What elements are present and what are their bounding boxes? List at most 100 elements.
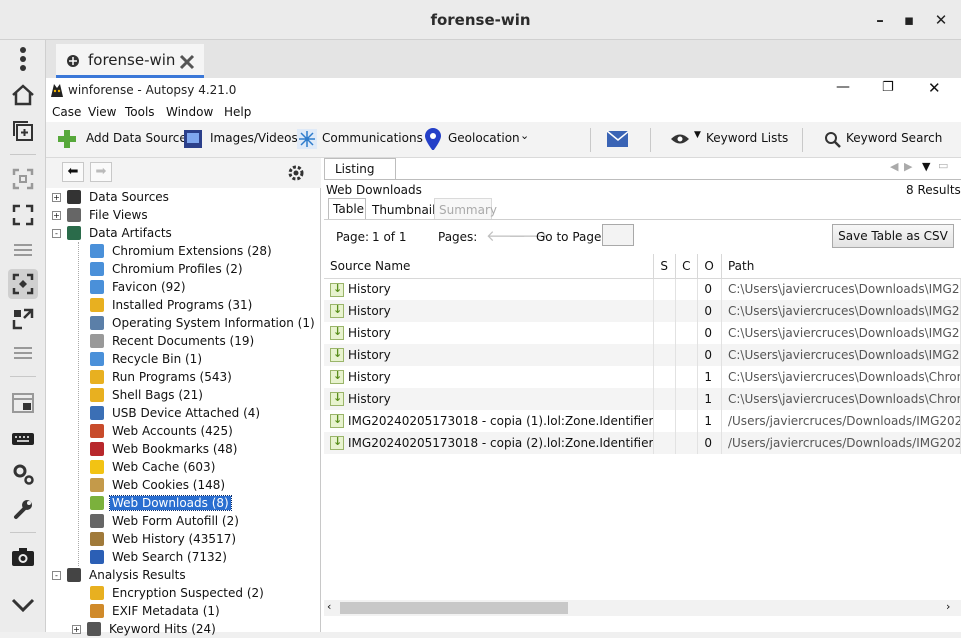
app-minimize-button[interactable]: — xyxy=(836,79,850,95)
table-row[interactable]: History 1C:\Users\javiercruces\Downloads\… xyxy=(324,388,961,410)
goto-page-input[interactable] xyxy=(602,224,634,246)
table-row[interactable]: History 0C:\Users\javiercruces\Downloads\… xyxy=(324,278,961,300)
table-row[interactable]: History 0C:\Users\javiercruces\Downloads\… xyxy=(324,322,961,344)
tree-expander-icon[interactable]: - xyxy=(52,228,61,238)
forward-arrow-icon[interactable]: ➡ xyxy=(90,162,112,182)
table-row[interactable]: History 0C:\Users\javiercruces\Downloads\… xyxy=(324,300,961,322)
scroll-left-icon[interactable]: ‹ xyxy=(327,600,331,613)
close-button[interactable]: ✕ xyxy=(931,10,951,30)
menu-lines-icon[interactable] xyxy=(8,235,38,265)
tree-item-artifact[interactable]: Recycle Bin (1) xyxy=(90,350,204,368)
minimize-button[interactable]: – xyxy=(870,10,890,30)
tree-expander-icon[interactable]: + xyxy=(72,624,81,634)
tree-item-artifact[interactable]: Web Downloads (8) xyxy=(90,494,232,512)
tree-item-artifact[interactable]: Shell Bags (21) xyxy=(90,386,205,404)
tree-item-analysis[interactable]: - Analysis Results xyxy=(52,566,188,584)
back-arrow-icon[interactable]: ⬅ xyxy=(62,162,84,182)
subtab-table[interactable]: Table xyxy=(328,198,366,220)
tree-item-analysis-result[interactable]: + Keyword Hits (24) xyxy=(72,620,218,638)
save-csv-button[interactable]: Save Table as CSV xyxy=(832,224,954,248)
table-row[interactable]: IMG20240205173018 - copia (1).lol:Zone.I… xyxy=(324,410,961,432)
tab-forense-win[interactable]: forense-win xyxy=(56,44,204,78)
col-c[interactable]: C xyxy=(675,254,699,279)
tree-item-artifact[interactable]: Web Form Autofill (2) xyxy=(90,512,241,530)
maximize-button[interactable]: ▪ xyxy=(899,10,919,30)
tree-item-artifact[interactable]: Recent Documents (19) xyxy=(90,332,256,350)
maximize-pane-icon[interactable]: ▭ xyxy=(938,159,948,172)
table-row[interactable]: History 0C:\Users\javiercruces\Downloads\… xyxy=(324,344,961,366)
tree-item-label: Encryption Suspected (2) xyxy=(112,586,264,600)
col-s[interactable]: S xyxy=(653,254,677,279)
fullscreen-icon[interactable] xyxy=(8,200,38,230)
menu-tools[interactable]: Tools xyxy=(125,105,155,119)
app-restore-button[interactable]: ❐ xyxy=(882,80,894,95)
tree-item-artifact[interactable]: Installed Programs (31) xyxy=(90,296,254,314)
tree-item-top[interactable]: - Data Artifacts xyxy=(52,224,174,242)
col-o[interactable]: O xyxy=(697,254,722,279)
menu-help[interactable]: Help xyxy=(224,105,251,119)
camera-icon[interactable] xyxy=(8,542,38,572)
tab-close-icon[interactable] xyxy=(179,54,195,70)
tree-item-artifact[interactable]: Web Cookies (148) xyxy=(90,476,227,494)
col-path[interactable]: Path xyxy=(721,254,961,279)
tree-item-artifact[interactable]: Web Cache (603) xyxy=(90,458,217,476)
tree-expander-icon[interactable]: - xyxy=(52,570,61,580)
tree-item-artifact[interactable]: Web Accounts (425) xyxy=(90,422,235,440)
list-icon[interactable] xyxy=(8,338,38,368)
col-source-name[interactable]: Source Name xyxy=(324,254,655,279)
menu-view[interactable]: View xyxy=(88,105,116,119)
tree-item-artifact[interactable]: Run Programs (543) xyxy=(90,368,234,386)
menu-window[interactable]: Window xyxy=(166,105,213,119)
tree-item-artifact[interactable]: Operating System Information (1) xyxy=(90,314,317,332)
settings-icon[interactable] xyxy=(8,459,38,489)
dropdown-icon[interactable]: ▼ xyxy=(922,160,930,173)
tree-item-top[interactable]: + File Views xyxy=(52,206,150,224)
nav-left-icon[interactable]: ◀ xyxy=(890,160,898,173)
window-icon[interactable] xyxy=(8,388,38,418)
tree-item-artifact[interactable]: Web Bookmarks (48) xyxy=(90,440,239,458)
tree-item-analysis-result[interactable]: Encryption Suspected (2) xyxy=(90,584,266,602)
tree-item-top[interactable]: + Data Sources xyxy=(52,188,171,206)
tree-item-analysis-result[interactable]: EXIF Metadata (1) xyxy=(90,602,222,620)
gear-icon[interactable] xyxy=(286,163,306,183)
tree-item-artifact[interactable]: USB Device Attached (4) xyxy=(90,404,262,422)
source-name-text: IMG20240205173018 - copia (1).lol:Zone.I… xyxy=(348,413,654,428)
table-row[interactable]: History 1C:\Users\javiercruces\Downloads\… xyxy=(324,366,961,388)
communications-button[interactable]: Communications xyxy=(322,131,423,145)
table-row[interactable]: IMG20240205173018 - copia (2).lol:Zone.I… xyxy=(324,432,961,454)
tree-item-label: Analysis Results xyxy=(89,568,186,582)
more-menu-icon[interactable] xyxy=(8,44,38,74)
tree-item-artifact[interactable]: Web Search (7132) xyxy=(90,548,229,566)
tab-listing[interactable]: Listing xyxy=(324,158,396,180)
app-close-button[interactable]: ✕ xyxy=(928,79,941,97)
subtab-summary[interactable]: Summary xyxy=(434,198,497,220)
resize-icon[interactable] xyxy=(8,304,38,334)
images-videos-button[interactable]: Images/Videos xyxy=(210,131,298,145)
horizontal-scrollbar[interactable]: ‹ › xyxy=(324,600,961,616)
new-window-icon[interactable] xyxy=(8,116,38,146)
keyboard-icon[interactable] xyxy=(8,424,38,454)
geolocation-button[interactable]: Geolocation xyxy=(448,131,520,145)
mail-icon[interactable] xyxy=(606,130,628,152)
tree-expander-icon[interactable]: + xyxy=(52,210,61,220)
scroll-thumb[interactable] xyxy=(340,602,568,614)
wrench-icon[interactable] xyxy=(8,494,38,524)
scroll-right-icon[interactable]: › xyxy=(946,600,950,613)
subtab-thumbnail[interactable]: Thumbnail xyxy=(372,203,435,217)
tree-item-artifact[interactable]: Chromium Extensions (28) xyxy=(90,242,274,260)
home-icon[interactable] xyxy=(8,80,38,110)
tree-item-artifact[interactable]: Chromium Profiles (2) xyxy=(90,260,245,278)
keyword-lists-button[interactable]: Keyword Lists xyxy=(706,131,788,145)
keyword-search-button[interactable]: Keyword Search xyxy=(846,131,942,145)
add-data-source-button[interactable]: Add Data Source xyxy=(86,131,187,145)
tree-item-label: Favicon (92) xyxy=(112,280,186,294)
tree-item-artifact[interactable]: Favicon (92) xyxy=(90,278,188,296)
fit-screen-icon[interactable] xyxy=(8,164,38,194)
nav-right-icon[interactable]: ▶ xyxy=(904,160,912,173)
chevron-down-icon[interactable]: ⌄ xyxy=(520,129,529,142)
tree-item-artifact[interactable]: Web History (43517) xyxy=(90,530,238,548)
screen-scale-icon[interactable] xyxy=(8,269,38,299)
tree-expander-icon[interactable]: + xyxy=(52,192,61,202)
chevron-down-icon[interactable] xyxy=(8,590,38,620)
menu-case[interactable]: Case xyxy=(52,105,81,119)
